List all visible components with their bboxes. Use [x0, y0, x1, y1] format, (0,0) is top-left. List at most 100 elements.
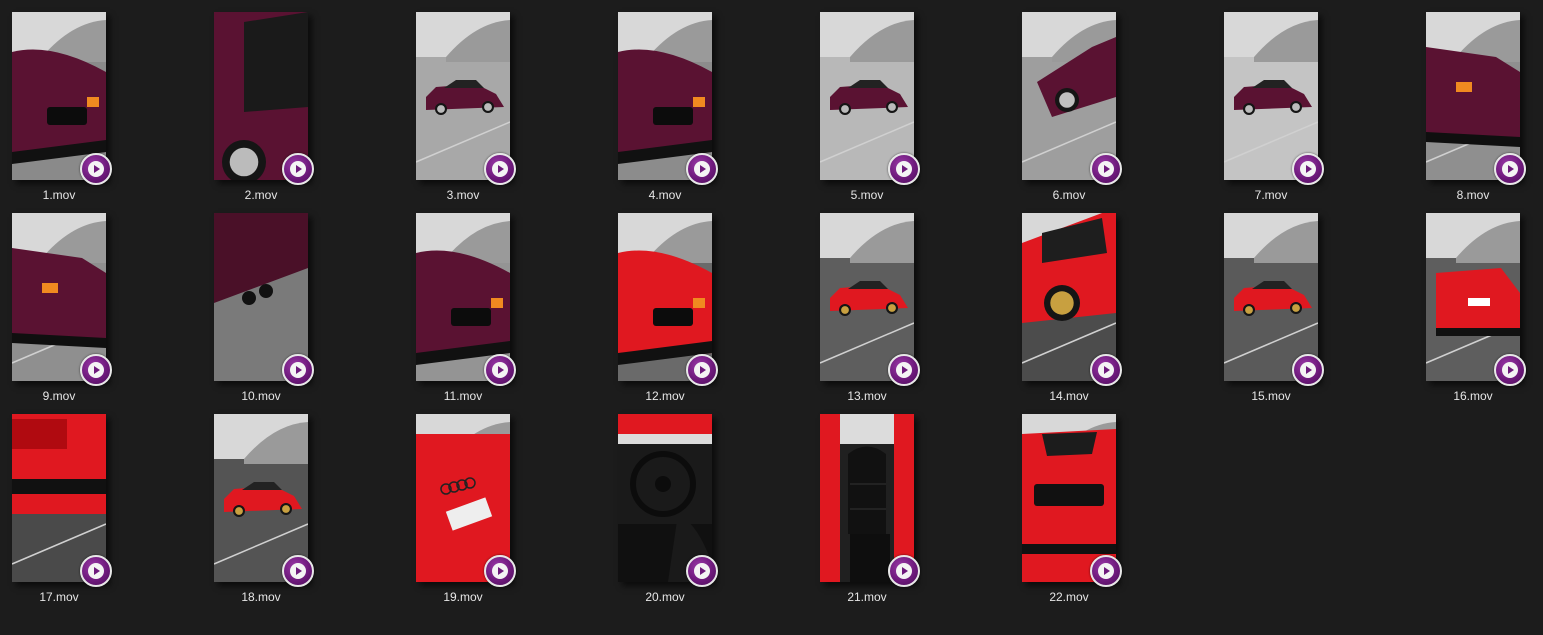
- play-icon: [88, 563, 104, 579]
- play-triangle-icon: [700, 165, 706, 173]
- play-triangle-icon: [498, 567, 504, 575]
- play-icon: [694, 362, 710, 378]
- file-item[interactable]: 16.mov: [1426, 213, 1543, 414]
- file-name: 8.mov: [1456, 188, 1490, 202]
- media-player-icon: [1090, 354, 1122, 386]
- media-player-icon: [80, 354, 112, 386]
- media-player-icon: [686, 555, 718, 587]
- file-name: 10.mov: [241, 389, 281, 403]
- file-name: 7.mov: [1254, 188, 1288, 202]
- media-player-icon: [888, 153, 920, 185]
- media-player-icon: [686, 354, 718, 386]
- play-icon: [1300, 362, 1316, 378]
- file-item[interactable]: 18.mov: [214, 414, 416, 615]
- play-icon: [896, 161, 912, 177]
- file-name: 17.mov: [39, 590, 79, 604]
- media-player-icon: [1292, 354, 1324, 386]
- play-triangle-icon: [94, 567, 100, 575]
- play-icon: [694, 563, 710, 579]
- play-icon: [492, 362, 508, 378]
- file-name: 20.mov: [645, 590, 685, 604]
- file-name: 18.mov: [241, 590, 281, 604]
- file-item[interactable]: 21.mov: [820, 414, 1022, 615]
- file-name: 2.mov: [244, 188, 278, 202]
- file-name: 4.mov: [648, 188, 682, 202]
- media-player-icon: [686, 153, 718, 185]
- play-triangle-icon: [1508, 165, 1514, 173]
- file-item[interactable]: 17.mov: [12, 414, 214, 615]
- file-name: 21.mov: [847, 590, 887, 604]
- media-player-icon: [484, 555, 516, 587]
- file-item[interactable]: 13.mov: [820, 213, 1022, 414]
- play-icon: [1098, 563, 1114, 579]
- file-name: 22.mov: [1049, 590, 1089, 604]
- play-icon: [1502, 161, 1518, 177]
- play-triangle-icon: [296, 567, 302, 575]
- file-name: 16.mov: [1453, 389, 1493, 403]
- play-triangle-icon: [1104, 366, 1110, 374]
- file-item[interactable]: 20.mov: [618, 414, 820, 615]
- play-triangle-icon: [498, 165, 504, 173]
- media-player-icon: [80, 555, 112, 587]
- file-item[interactable]: 19.mov: [416, 414, 618, 615]
- play-icon: [290, 563, 306, 579]
- play-triangle-icon: [700, 567, 706, 575]
- file-item[interactable]: 6.mov: [1022, 12, 1224, 213]
- play-triangle-icon: [700, 366, 706, 374]
- file-name: 15.mov: [1251, 389, 1291, 403]
- media-player-icon: [282, 354, 314, 386]
- file-item[interactable]: 14.mov: [1022, 213, 1224, 414]
- play-triangle-icon: [296, 366, 302, 374]
- media-player-icon: [1494, 153, 1526, 185]
- play-icon: [88, 161, 104, 177]
- media-player-icon: [484, 153, 516, 185]
- play-icon: [88, 362, 104, 378]
- file-item[interactable]: 7.mov: [1224, 12, 1426, 213]
- play-triangle-icon: [1104, 567, 1110, 575]
- play-triangle-icon: [1508, 366, 1514, 374]
- media-player-icon: [1494, 354, 1526, 386]
- file-name: 1.mov: [42, 188, 76, 202]
- play-icon: [1098, 362, 1114, 378]
- media-player-icon: [1090, 555, 1122, 587]
- file-item[interactable]: 1.mov: [12, 12, 214, 213]
- file-name: 13.mov: [847, 389, 887, 403]
- play-icon: [290, 161, 306, 177]
- play-triangle-icon: [296, 165, 302, 173]
- play-icon: [896, 362, 912, 378]
- play-triangle-icon: [94, 165, 100, 173]
- play-triangle-icon: [1306, 366, 1312, 374]
- file-item[interactable]: 22.mov: [1022, 414, 1224, 615]
- media-player-icon: [888, 555, 920, 587]
- play-icon: [1098, 161, 1114, 177]
- play-icon: [1300, 161, 1316, 177]
- file-item[interactable]: 5.mov: [820, 12, 1022, 213]
- file-item[interactable]: 10.mov: [214, 213, 416, 414]
- play-triangle-icon: [902, 165, 908, 173]
- file-item[interactable]: 2.mov: [214, 12, 416, 213]
- file-name: 19.mov: [443, 590, 483, 604]
- play-icon: [896, 563, 912, 579]
- file-item[interactable]: 4.mov: [618, 12, 820, 213]
- file-name: 11.mov: [443, 389, 483, 403]
- play-triangle-icon: [902, 366, 908, 374]
- play-icon: [492, 161, 508, 177]
- file-item[interactable]: 15.mov: [1224, 213, 1426, 414]
- media-player-icon: [888, 354, 920, 386]
- file-name: 9.mov: [42, 389, 76, 403]
- media-player-icon: [282, 153, 314, 185]
- play-triangle-icon: [1306, 165, 1312, 173]
- play-icon: [694, 161, 710, 177]
- file-name: 6.mov: [1052, 188, 1086, 202]
- media-player-icon: [282, 555, 314, 587]
- play-triangle-icon: [94, 366, 100, 374]
- file-item[interactable]: 12.mov: [618, 213, 820, 414]
- play-triangle-icon: [902, 567, 908, 575]
- play-triangle-icon: [498, 366, 504, 374]
- file-name: 12.mov: [645, 389, 685, 403]
- play-triangle-icon: [1104, 165, 1110, 173]
- file-item[interactable]: 11.mov: [416, 213, 618, 414]
- file-item[interactable]: 9.mov: [12, 213, 214, 414]
- file-item[interactable]: 3.mov: [416, 12, 618, 213]
- file-item[interactable]: 8.mov: [1426, 12, 1543, 213]
